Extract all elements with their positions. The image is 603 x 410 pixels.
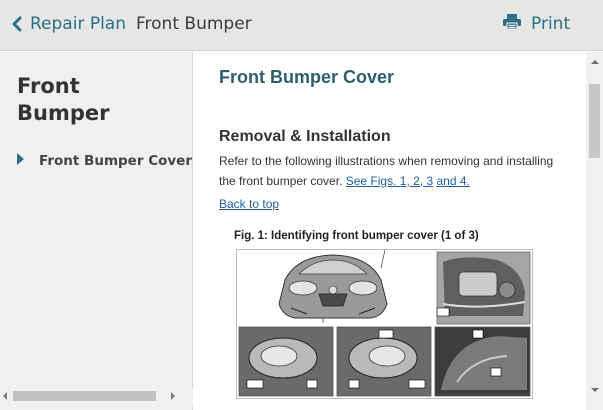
fog-lamp-left-view (238, 326, 334, 397)
caret-right-icon (17, 152, 24, 170)
instructions-paragraph: Refer to the following illustrations whe… (219, 152, 569, 191)
sidebar: Front Bumper Front Bumper Cover (0, 52, 193, 410)
figure-drawing (238, 249, 531, 397)
section-title: Removal & Installation (219, 128, 391, 145)
printer-icon (503, 13, 521, 35)
scroll-right-arrow-icon[interactable] (171, 392, 175, 400)
top-toolbar: Repair Plan Front Bumper Print (0, 0, 603, 51)
content-vertical-scrollbar[interactable] (586, 52, 603, 410)
sidebar-item-front-bumper-cover[interactable]: Front Bumper Cover (17, 152, 192, 170)
print-button[interactable]: Print (503, 12, 570, 36)
fig-4-link[interactable]: and 4. (436, 174, 469, 188)
repair-plan-label: Repair Plan (30, 14, 126, 34)
scrollbar-thumb[interactable] (13, 391, 156, 401)
bumper-cover-illustration (236, 249, 533, 399)
article-content: Front Bumper Cover Removal & Installatio… (194, 52, 586, 410)
fig-2-link[interactable]: , 2 (406, 174, 419, 188)
repair-plan-back-button[interactable]: Repair Plan (12, 12, 126, 36)
chevron-left-icon (12, 16, 22, 32)
fig-1-link[interactable]: See Figs. 1 (346, 174, 407, 188)
print-label: Print (531, 14, 571, 34)
fig-3-link[interactable]: , 3 (420, 174, 433, 188)
wheel-arch-view (434, 326, 531, 397)
sidebar-title: Front Bumper (17, 74, 110, 125)
engine-bay-view (436, 251, 531, 325)
back-to-top-link[interactable]: Back to top (219, 197, 279, 211)
sidebar-item-label: Front Bumper Cover (39, 153, 192, 169)
scroll-up-arrow-icon[interactable] (591, 60, 599, 64)
car-front-view (239, 249, 429, 324)
fog-lamp-right-view (336, 326, 432, 397)
figure-caption: Fig. 1: Identifying front bumper cover (… (234, 230, 479, 242)
scrollbar-thumb[interactable] (589, 84, 600, 158)
scroll-left-arrow-icon[interactable] (3, 392, 7, 400)
page-title: Front Bumper Cover (219, 67, 395, 87)
scroll-down-arrow-icon[interactable] (591, 388, 599, 392)
sidebar-horizontal-scrollbar[interactable] (0, 388, 193, 405)
breadcrumb-current: Front Bumper (136, 14, 252, 34)
